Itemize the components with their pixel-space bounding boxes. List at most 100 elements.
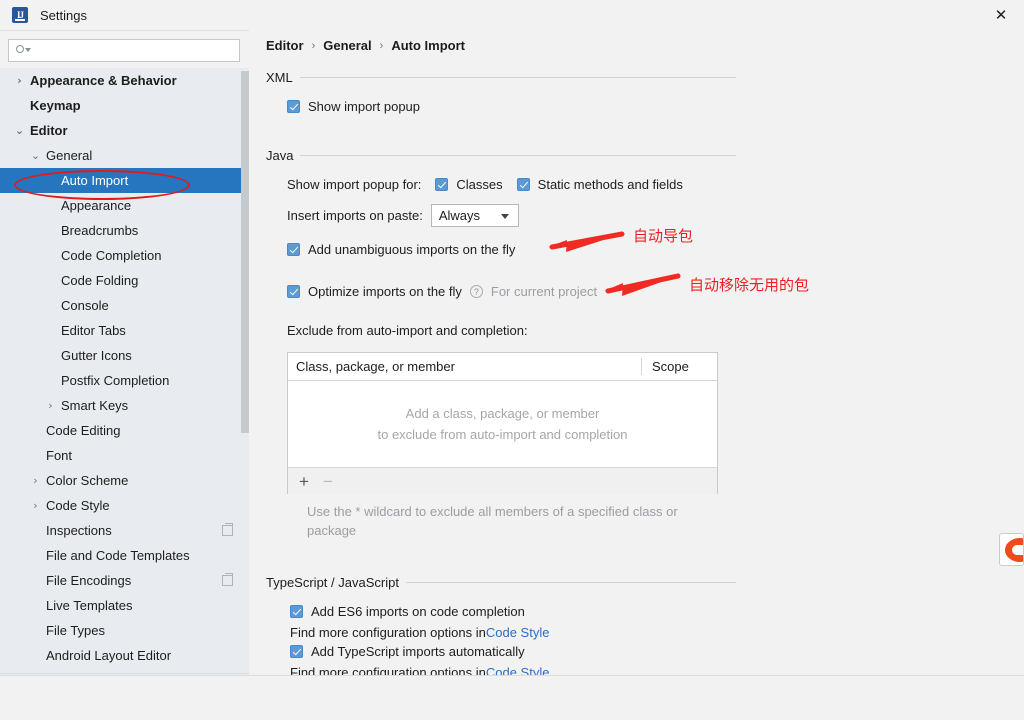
checkbox-add-typescript-imports[interactable] (290, 645, 303, 658)
code-style-link[interactable]: Code Style (486, 625, 550, 640)
breadcrumb: Editor › General › Auto Import (266, 38, 465, 53)
settings-search-box[interactable] (8, 39, 240, 62)
insert-imports-on-paste-value: Always (438, 208, 481, 223)
wildcard-hint: Use the * wildcard to exclude all member… (307, 504, 678, 538)
sidebar-item-live-templates[interactable]: Live Templates (0, 593, 249, 618)
sidebar-item-label: Appearance (61, 198, 132, 213)
annotation-note-2: 自动移除无用的包 (689, 276, 810, 294)
empty-state-line-1: Add a class, package, or member (405, 406, 600, 421)
group-rule (299, 77, 736, 78)
sidebar-item-appearance-behavior[interactable]: › Appearance & Behavior (0, 68, 249, 93)
question-mark-icon[interactable]: ? (469, 285, 483, 298)
empty-state-line-2: to exclude from auto-import and completi… (377, 427, 628, 442)
table-empty-state: Add a class, package, or member to exclu… (288, 381, 717, 467)
group-title-xml: XML (266, 70, 293, 85)
search-icon (16, 44, 31, 58)
chevron-right-icon[interactable]: › (14, 74, 25, 87)
window-title: Settings (40, 7, 87, 23)
checkbox-row-add-typescript-imports[interactable]: Add TypeScript imports automatically (290, 644, 525, 659)
group-title-java: Java (266, 148, 294, 163)
checkbox-row-optimize-imports[interactable]: Optimize imports on the fly ? For curren… (287, 284, 597, 299)
chevron-right-icon[interactable]: › (45, 399, 56, 412)
checkbox-row-add-unambiguous-imports[interactable]: Add unambiguous imports on the fly (287, 242, 515, 257)
checkbox-static-methods-and-fields[interactable] (516, 178, 530, 191)
group-header-typescript: TypeScript / JavaScript (266, 575, 736, 590)
intellij-idea-logo-icon: IJ (12, 7, 28, 23)
settings-tree[interactable]: › Appearance & Behavior Keymap ⌄ Editor ⌄ Gene… (0, 68, 249, 675)
group-header-xml: XML (266, 70, 736, 85)
sidebar-item-label: Code Completion (61, 248, 162, 263)
sidebar-item-label: Android Layout Editor (46, 648, 172, 663)
sidebar-item-file-types[interactable]: File Types (0, 618, 249, 643)
sidebar-item-android-layout-editor[interactable]: Android Layout Editor (0, 643, 249, 668)
show-import-popup-for-row: Show import popup for: Classes Static me… (287, 177, 683, 192)
insert-imports-on-paste-row: Insert imports on paste: Always (287, 204, 519, 227)
column-header-class-package-member[interactable]: Class, package, or member (288, 359, 641, 374)
sidebar-item-auto-import[interactable]: Auto Import (0, 168, 249, 193)
column-header-scope[interactable]: Scope (642, 359, 717, 374)
sidebar-item-label: Editor Tabs (61, 323, 126, 338)
copy-settings-icon[interactable] (222, 573, 233, 586)
checkbox-row-add-es6-imports[interactable]: Add ES6 imports on code completion (290, 604, 525, 619)
insert-imports-on-paste-select[interactable]: Always (430, 204, 519, 227)
group-rule (405, 582, 736, 583)
exclusion-table[interactable]: Class, package, or member Scope Add a cl… (287, 352, 718, 494)
sidebar-item-label: Code Style (46, 498, 110, 513)
checkbox-row-show-import-popup[interactable]: Show import popup (287, 99, 420, 114)
chevron-right-icon[interactable]: › (30, 499, 41, 512)
sidebar-item-label: File Types (46, 623, 106, 638)
checkbox-label-add-es6-imports: Add ES6 imports on code completion (311, 604, 525, 619)
sidebar-item-file-encodings[interactable]: File Encodings (0, 568, 249, 593)
copy-settings-icon[interactable] (222, 523, 233, 536)
checkbox-classes[interactable] (435, 178, 449, 191)
chevron-down-icon[interactable]: ⌄ (14, 124, 25, 137)
search-input[interactable] (34, 42, 218, 59)
sidebar-item-label: Editor (30, 123, 68, 138)
sidebar-item-label: Breadcrumbs (61, 223, 139, 238)
breadcrumb-editor[interactable]: Editor (266, 38, 304, 53)
sidebar-item-file-and-code-templates[interactable]: File and Code Templates (0, 543, 249, 568)
sidebar-item-general[interactable]: ⌄ General (0, 143, 249, 168)
chevron-right-icon: › (379, 39, 384, 52)
sidebar-item-editor-tabs[interactable]: Editor Tabs (0, 318, 249, 343)
checkbox-add-unambiguous-imports[interactable] (287, 243, 300, 256)
sidebar-item-console[interactable]: Console (0, 293, 249, 318)
checkbox-optimize-imports[interactable] (287, 285, 300, 298)
checkbox-label-show-import-popup: Show import popup (308, 99, 421, 114)
sidebar-item-breadcrumbs[interactable]: Breadcrumbs (0, 218, 249, 243)
sidebar-item-color-scheme[interactable]: › Color Scheme (0, 468, 249, 493)
sidebar-item-code-completion[interactable]: Code Completion (0, 243, 249, 268)
sidebar-item-appearance[interactable]: Appearance (0, 193, 249, 218)
sidebar-scrollbar[interactable] (241, 71, 249, 433)
exclude-from-auto-import-label: Exclude from auto-import and completion: (287, 323, 528, 338)
chevron-right-icon[interactable]: › (30, 474, 41, 487)
group-title-typescript: TypeScript / JavaScript (266, 575, 399, 590)
sidebar-item-label: Inspections (46, 523, 112, 538)
checkbox-add-es6-imports[interactable] (290, 605, 303, 618)
checkbox-label-static-methods-and-fields: Static methods and fields (537, 177, 683, 192)
sidebar-item-smart-keys[interactable]: › Smart Keys (0, 393, 249, 418)
sidebar-item-postfix-completion[interactable]: Postfix Completion (0, 368, 249, 393)
sidebar-item-code-style[interactable]: › Code Style (0, 493, 249, 518)
settings-dialog: IJ Settings ✕ › Appearance & Behavior Keym… (0, 0, 1024, 720)
close-icon[interactable]: ✕ (978, 0, 1024, 30)
checkbox-label-classes: Classes (456, 177, 503, 192)
sidebar-item-keymap[interactable]: Keymap (0, 93, 249, 118)
es6-hint-row: Find more configuration options in Code … (290, 625, 549, 640)
sidebar-item-font[interactable]: Font (0, 443, 249, 468)
checkbox-show-import-popup[interactable] (287, 100, 300, 113)
sidebar-item-editor[interactable]: ⌄ Editor (0, 118, 249, 143)
sidebar-item-code-folding[interactable]: Code Folding (0, 268, 249, 293)
plus-icon[interactable]: + (299, 473, 309, 490)
checkbox-label-optimize-imports: Optimize imports on the fly (308, 284, 462, 299)
sidebar-item-gutter-icons[interactable]: Gutter Icons (0, 343, 249, 368)
sidebar-item-inspections[interactable]: Inspections (0, 518, 249, 543)
chevron-down-icon[interactable]: ⌄ (30, 149, 41, 162)
checkbox-label-add-unambiguous-imports: Add unambiguous imports on the fly (308, 242, 516, 257)
sidebar-item-label: File and Code Templates (46, 548, 190, 563)
breadcrumb-general[interactable]: General (323, 38, 371, 53)
optimize-imports-scope-text[interactable]: For current project (491, 284, 597, 299)
sidebar-item-code-editing[interactable]: Code Editing (0, 418, 249, 443)
browser-app-icon[interactable] (999, 533, 1024, 566)
sidebar-item-label: General (46, 148, 93, 163)
